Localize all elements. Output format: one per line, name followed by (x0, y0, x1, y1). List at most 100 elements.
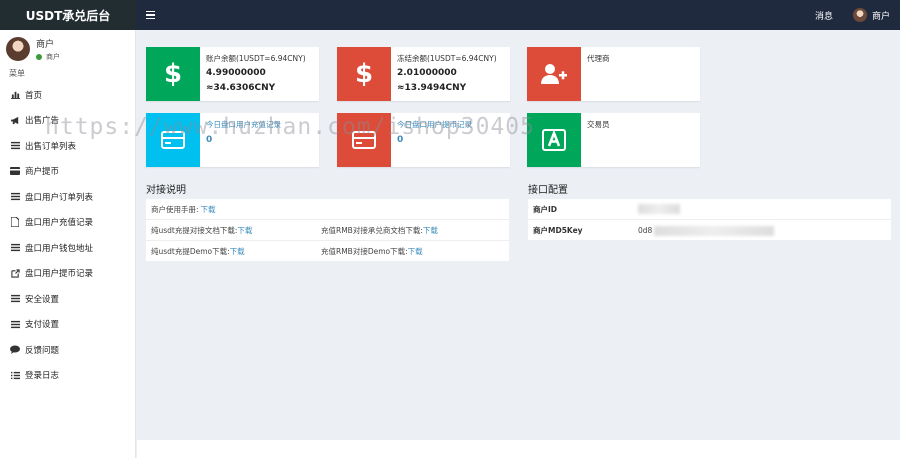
list-icon (10, 192, 20, 202)
user-menu[interactable]: 商户 (852, 8, 890, 22)
sidebar-item-label: 反馈问题 (25, 345, 60, 356)
manual-label: 商户使用手册: (151, 204, 199, 214)
sidebar-item-label: 支付设置 (25, 320, 60, 331)
frozen-cny: ≈13.9494CNY (397, 83, 467, 93)
sidebar-item-label: 商户提币 (25, 167, 60, 178)
sidebar-item-label: 盘口用户钱包地址 (25, 243, 94, 254)
md5key-blurred (654, 225, 775, 236)
rmb-demo-download-link[interactable]: 下载 (408, 247, 423, 256)
sidebar-item-user-withdrawals[interactable]: 盘口用户提币记录 (0, 261, 135, 287)
sidebar-item-label: 登录日志 (25, 371, 60, 382)
credit-card-icon (10, 166, 20, 176)
docs-title: 对接说明 (146, 185, 186, 196)
footer (137, 440, 900, 458)
balance-cny: ≈34.6306CNY (206, 83, 276, 93)
sidebar: 商户 商户 菜单 首页 出售广告 出售订单列表 商户提币 盘口用户订单列表 盘口… (0, 30, 136, 458)
deposit-record-count: 0 (206, 135, 213, 145)
messages-link[interactable]: 消息 (815, 9, 833, 22)
sidebar-item-payment[interactable]: 支付设置 (0, 312, 135, 338)
sidebar-item-label: 出售广告 (25, 116, 60, 127)
user-name: 商户 (36, 39, 55, 50)
docs-row-manual: 商户使用手册: 下载 (146, 199, 509, 220)
sidebar-item-label: 出售订单列表 (25, 141, 77, 152)
deposit-record-link[interactable]: 今日盘口用户充值记录 (206, 119, 313, 130)
frozen-usdt: 2.01000000 (397, 68, 457, 78)
avatar (852, 8, 867, 22)
external-link-icon (10, 268, 20, 278)
bar-chart-icon (10, 90, 20, 100)
user-panel: 商户 商户 (0, 30, 135, 64)
sidebar-item-login-log[interactable]: 登录日志 (0, 363, 135, 389)
menu-header: 菜单 (9, 69, 25, 78)
deposit-record-card[interactable]: 今日盘口用户充值记录 0 (146, 113, 319, 167)
app-logo[interactable]: USDT承兑后台 (0, 0, 136, 30)
sidebar-item-label: 盘口用户提币记录 (25, 269, 94, 280)
withdraw-record-link[interactable]: 今日盘口用户提币记录 (397, 119, 504, 130)
navbar: 消息 商户 (136, 0, 900, 30)
list-icon (10, 243, 20, 253)
dollar-icon: $ (146, 47, 200, 101)
merchant-id-label: 商户ID (533, 204, 558, 214)
sidebar-item-label: 安全设置 (25, 294, 60, 305)
list-icon (10, 141, 20, 151)
user-status-label: 商户 (46, 52, 60, 61)
frozen-card: $ 冻结余额(1USDT=6.94CNY) 2.01000000 ≈13.949… (337, 47, 510, 101)
sidebar-item-home[interactable]: 首页 (0, 82, 135, 108)
usdt-demo-download-link[interactable]: 下载 (230, 247, 245, 256)
docs-row-1: 纯usdt充提对接文档下载:下载 充值RMB对接承兑商文档下载:下载 (146, 220, 509, 241)
balance-card: $ 账户余额(1USDT=6.94CNY) 4.99000000 ≈34.630… (146, 47, 319, 101)
top-navbar: USDT承兑后台 消息 商户 (0, 0, 900, 30)
manual-download-link[interactable]: 下载 (201, 204, 216, 215)
sidebar-toggle-icon[interactable] (146, 9, 160, 22)
sidebar-item-user-orders[interactable]: 盘口用户订单列表 (0, 184, 135, 210)
agent-card[interactable]: 代理商 (527, 47, 700, 101)
docs-row-2: 纯usdt充提Demo下载:下载 充值RMB对接Demo下载:下载 (146, 241, 509, 262)
sidebar-item-security[interactable]: 安全设置 (0, 286, 135, 312)
md5key-value: 0d8 (638, 226, 653, 235)
balance-label: 账户余额(1USDT=6.94CNY) (206, 54, 306, 63)
config-row-md5key: 商户MD5Key 0d8 (528, 220, 891, 241)
usdt-doc-label: 纯usdt充提对接文档下载: (151, 225, 238, 235)
withdraw-record-count: 0 (397, 135, 404, 145)
sidebar-item-user-deposits[interactable]: 盘口用户充值记录 (0, 210, 135, 236)
list-ol-icon (10, 370, 20, 380)
sidebar-item-label: 首页 (25, 90, 43, 101)
user-menu-label: 商户 (871, 11, 890, 22)
nav-right: 消息 商户 (815, 8, 890, 22)
comment-icon (10, 345, 20, 355)
sidebar-item-label: 盘口用户订单列表 (25, 192, 94, 203)
sidebar-item-sell-orders[interactable]: 出售订单列表 (0, 133, 135, 159)
rmb-doc-download-link[interactable]: 下载 (423, 226, 438, 235)
config-row-merchant-id: 商户ID (528, 199, 891, 220)
frozen-label: 冻结余额(1USDT=6.94CNY) (397, 54, 497, 63)
sidebar-item-withdraw[interactable]: 商户提币 (0, 159, 135, 185)
dollar-icon: $ (337, 47, 391, 101)
user-plus-icon (527, 47, 581, 101)
docs-panel: 商户使用手册: 下载 纯usdt充提对接文档下载:下载 充值RMB对接承兑商文档… (146, 199, 509, 261)
withdraw-record-card[interactable]: 今日盘口用户提币记录 0 (337, 113, 510, 167)
rmb-doc-label: 充值RMB对接承兑商文档下载: (321, 225, 423, 235)
credit-card-icon (337, 113, 391, 167)
sidebar-item-label: 盘口用户充值记录 (25, 218, 94, 229)
balance-usdt: 4.99000000 (206, 68, 266, 78)
bullhorn-icon (10, 115, 20, 125)
usdt-demo-label: 纯usdt充提Demo下载: (151, 247, 230, 256)
font-a-icon (527, 113, 581, 167)
sidebar-item-feedback[interactable]: 反馈问题 (0, 337, 135, 363)
sidebar-item-user-wallets[interactable]: 盘口用户钱包地址 (0, 235, 135, 261)
config-panel: 商户ID 商户MD5Key 0d8 (528, 199, 891, 240)
config-title: 接口配置 (528, 185, 568, 196)
trader-label: 交易员 (587, 120, 610, 129)
list-icon (10, 294, 20, 304)
agent-label: 代理商 (587, 54, 610, 63)
credit-card-icon (146, 113, 200, 167)
sidebar-item-ads[interactable]: 出售广告 (0, 108, 135, 134)
rmb-demo-label: 充值RMB对接Demo下载: (321, 247, 408, 256)
trader-card[interactable]: 交易员 (527, 113, 700, 167)
file-icon (10, 217, 20, 228)
list-icon (10, 319, 20, 329)
usdt-doc-download-link[interactable]: 下载 (237, 226, 252, 235)
avatar (6, 37, 30, 61)
md5key-label: 商户MD5Key (533, 226, 583, 235)
online-dot-icon (36, 53, 42, 60)
